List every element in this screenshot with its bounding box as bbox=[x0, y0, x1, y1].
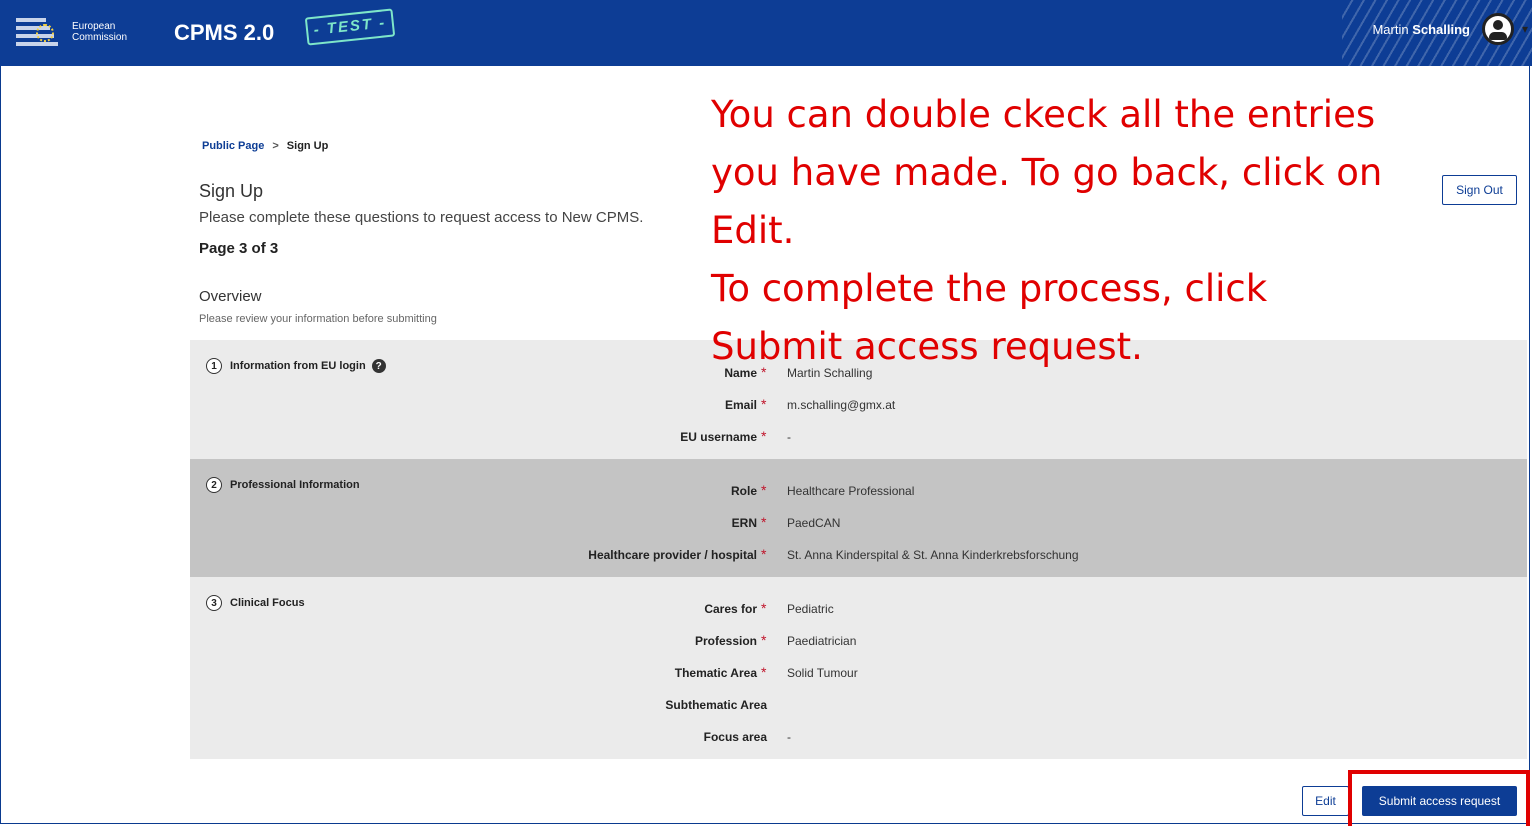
annotation-line: You can double ckeck all the entries bbox=[711, 93, 1376, 136]
page-counter: Page 3 of 3 bbox=[199, 240, 279, 257]
field-row-email: Email * m.schalling@gmx.at bbox=[190, 396, 1527, 418]
annotation-line: Submit access request. bbox=[711, 325, 1143, 368]
field-label: Focus area bbox=[703, 730, 767, 744]
field-value: Solid Tumour bbox=[787, 666, 858, 680]
field-value: Paediatrician bbox=[787, 634, 857, 648]
field-label: Role bbox=[730, 484, 757, 498]
ec-logo-text: European Commission bbox=[72, 21, 128, 43]
chevron-down-icon[interactable]: ▾ bbox=[1522, 22, 1528, 36]
field-row-role: Role * Healthcare Professional bbox=[190, 482, 1527, 504]
field-value: - bbox=[787, 730, 791, 744]
field-row-cares-for: Cares for * Pediatric bbox=[190, 600, 1527, 622]
field-row-thematic-area: Thematic Area * Solid Tumour bbox=[190, 664, 1527, 686]
annotation-line: To complete the process, click bbox=[711, 267, 1268, 310]
field-label: Profession bbox=[694, 634, 757, 648]
overview-title: Overview bbox=[199, 288, 262, 305]
field-label: ERN bbox=[731, 516, 757, 530]
field-label: Healthcare provider / hospital bbox=[588, 548, 757, 562]
required-marker: * bbox=[761, 632, 767, 648]
user-last-name: Schalling bbox=[1412, 22, 1470, 37]
edit-button[interactable]: Edit bbox=[1302, 786, 1349, 816]
required-marker: * bbox=[761, 600, 767, 616]
ec-flag-icon bbox=[16, 14, 64, 50]
field-row-subthematic-area: Subthematic Area bbox=[190, 698, 1527, 718]
overview-subtitle: Please review your information before su… bbox=[199, 313, 437, 325]
top-header: European Commission CPMS 2.0 - TEST - Ma… bbox=[0, 0, 1532, 66]
field-value: - bbox=[787, 430, 791, 444]
field-row-provider: Healthcare provider / hospital * St. Ann… bbox=[190, 546, 1527, 568]
required-marker: * bbox=[761, 482, 767, 498]
app-title[interactable]: CPMS 2.0 bbox=[174, 20, 274, 46]
field-row-profession: Profession * Paediatrician bbox=[190, 632, 1527, 654]
breadcrumb-public-page[interactable]: Public Page bbox=[202, 140, 264, 152]
field-value: Pediatric bbox=[787, 602, 834, 616]
field-row-ern: ERN * PaedCAN bbox=[190, 514, 1527, 536]
environment-badge: - TEST - bbox=[304, 8, 396, 46]
field-row-focus-area: Focus area - bbox=[190, 730, 1527, 750]
breadcrumb: Public Page > Sign Up bbox=[202, 140, 328, 152]
required-marker: * bbox=[761, 546, 767, 562]
user-avatar-icon[interactable] bbox=[1482, 13, 1514, 45]
field-value: Healthcare Professional bbox=[787, 484, 915, 498]
required-marker: * bbox=[761, 514, 767, 530]
page-title: Sign Up bbox=[199, 181, 264, 201]
field-label: Cares for bbox=[704, 602, 757, 616]
breadcrumb-current: Sign Up bbox=[286, 140, 329, 152]
breadcrumb-separator: > bbox=[272, 140, 279, 152]
field-label: EU username bbox=[680, 430, 757, 444]
field-value: m.schalling@gmx.at bbox=[787, 398, 896, 412]
field-value: St. Anna Kinderspital & St. Anna Kinderk… bbox=[787, 548, 1079, 562]
required-marker: * bbox=[761, 396, 767, 412]
field-label: Thematic Area bbox=[674, 666, 757, 680]
required-marker: * bbox=[761, 428, 767, 444]
tutorial-annotation: You can double ckeck all the entries you… bbox=[711, 86, 1471, 376]
submit-highlight-box bbox=[1348, 770, 1530, 826]
field-value: PaedCAN bbox=[787, 516, 841, 530]
section-clinical-focus: 3 Clinical Focus Cares for * Pediatric P… bbox=[190, 577, 1527, 759]
user-name[interactable]: Martin Schalling bbox=[1372, 22, 1470, 37]
page-intro: Please complete these questions to reque… bbox=[199, 209, 644, 226]
field-row-eu-username: EU username * - bbox=[190, 428, 1527, 450]
ec-logo[interactable]: European Commission bbox=[16, 14, 127, 50]
required-marker: * bbox=[761, 664, 767, 680]
annotation-line: you have made. To go back, click on bbox=[711, 151, 1383, 194]
section-professional-info: 2 Professional Information Role * Health… bbox=[190, 459, 1527, 577]
field-label: Subthematic Area bbox=[665, 698, 767, 712]
annotation-line: Edit. bbox=[711, 209, 795, 252]
field-label: Email bbox=[724, 398, 757, 412]
user-first-name: Martin bbox=[1372, 22, 1409, 37]
